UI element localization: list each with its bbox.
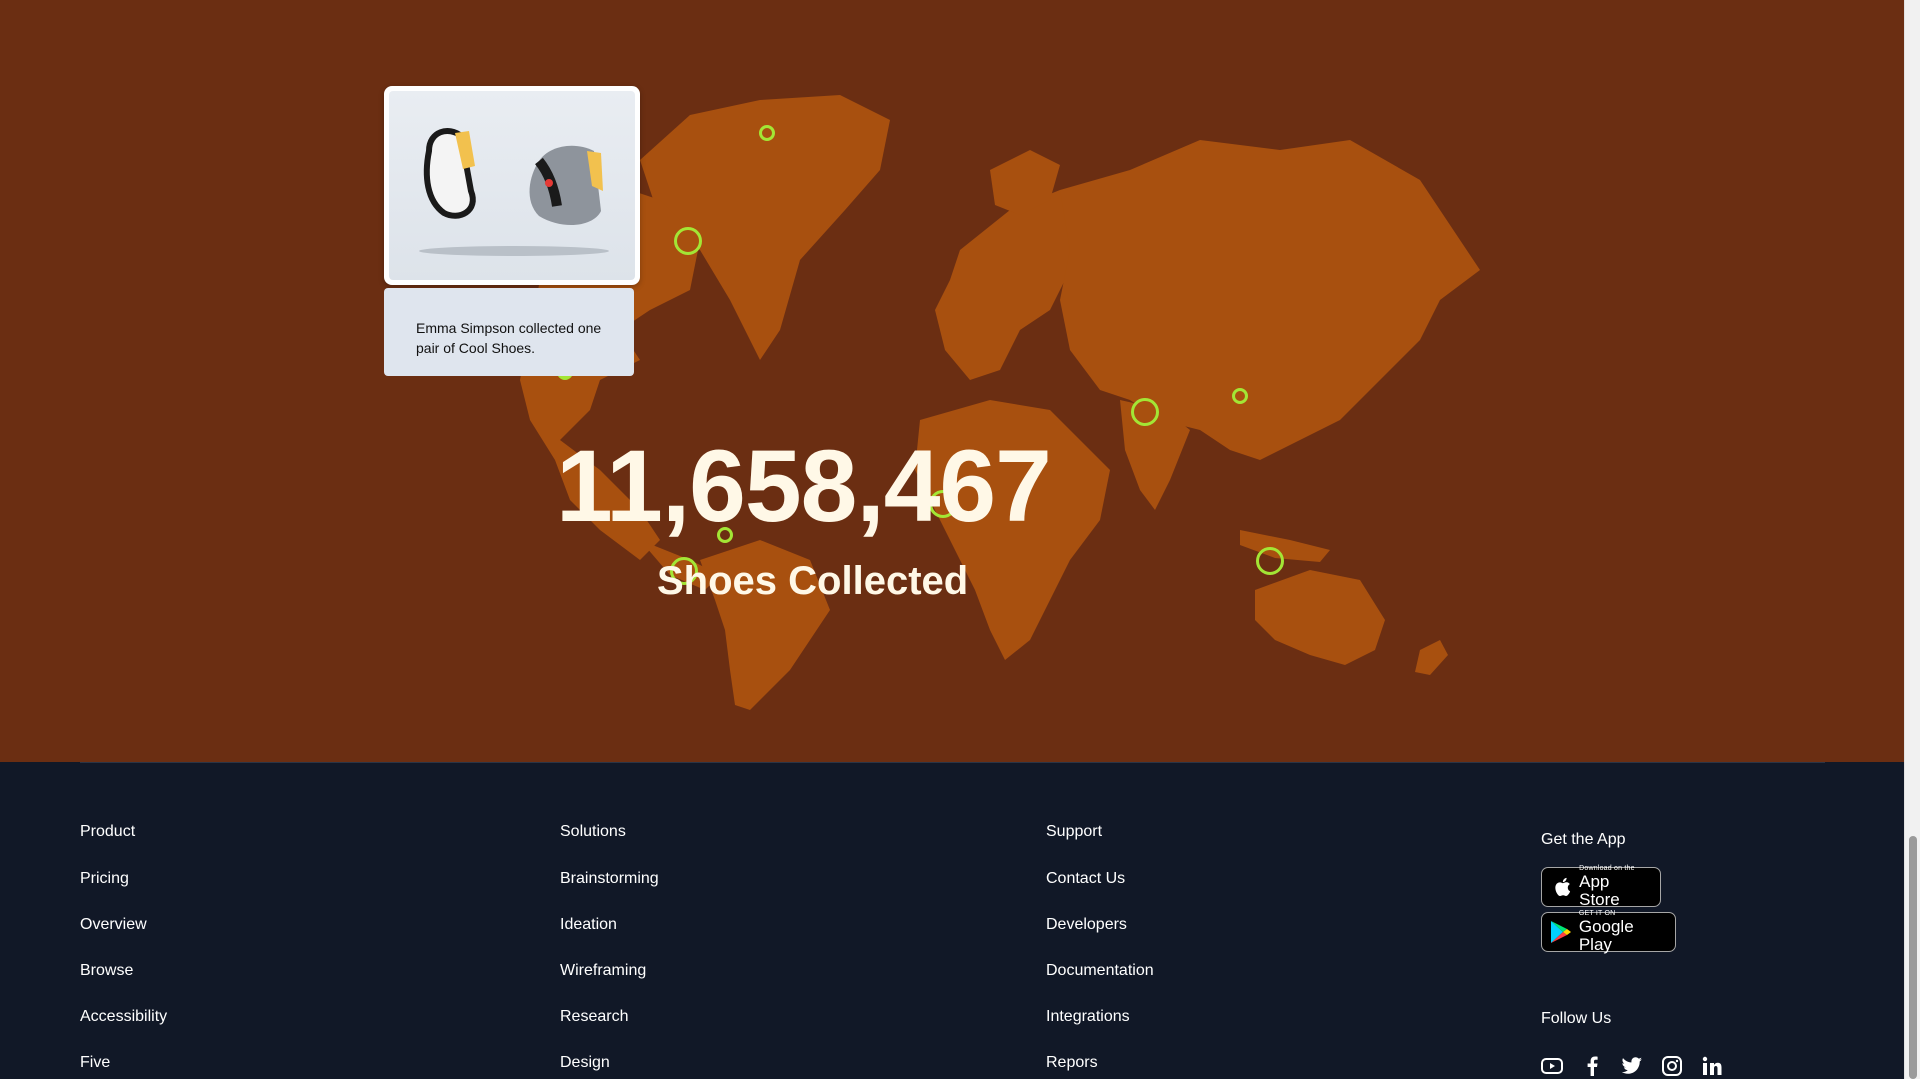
- collection-popup: Emma Simpson collected one pair of Cool …: [384, 86, 640, 376]
- footer-link-developers[interactable]: Developers: [1046, 916, 1154, 935]
- footer-link-accessibility[interactable]: Accessibility: [80, 1008, 167, 1027]
- footer-column-solutions: Solutions Brainstorming Ideation Wirefra…: [560, 823, 659, 1073]
- footer-link-overview[interactable]: Overview: [80, 916, 167, 935]
- scrollbar-thumb[interactable]: [1909, 836, 1917, 1079]
- google-play-big-text: Google Play: [1578, 917, 1634, 954]
- footer-column-support: Support Contact Us Developers Documentat…: [1046, 823, 1154, 1073]
- footer-link-pricing[interactable]: Pricing: [80, 870, 167, 889]
- app-store-big-text: App Store: [1579, 872, 1620, 909]
- get-the-app-title: Get the App: [1541, 831, 1626, 848]
- hero-section: Emma Simpson collected one pair of Cool …: [0, 0, 1904, 762]
- map-marker[interactable]: [1131, 398, 1159, 426]
- google-play-icon: [1550, 919, 1573, 945]
- follow-us-title: Follow Us: [1541, 1010, 1612, 1027]
- app-store-button[interactable]: Download on the App Store: [1541, 865, 1661, 909]
- shoe-image: [384, 86, 640, 285]
- footer-link-brainstorming[interactable]: Brainstorming: [560, 870, 659, 889]
- footer-link-design[interactable]: Design: [560, 1054, 659, 1073]
- shoes-counter-label: Shoes Collected: [657, 559, 969, 603]
- popup-message: Emma Simpson collected one pair of Cool …: [384, 288, 634, 376]
- footer-link-browse[interactable]: Browse: [80, 962, 167, 981]
- linkedin-icon[interactable]: [1701, 1055, 1723, 1077]
- footer-column-product: Product Pricing Overview Browse Accessib…: [80, 823, 167, 1073]
- footer-link-repors[interactable]: Repors: [1046, 1054, 1154, 1073]
- instagram-icon[interactable]: [1661, 1055, 1683, 1077]
- shoes-counter: 11,658,467: [556, 429, 1052, 543]
- footer-link-ideation[interactable]: Ideation: [560, 916, 659, 935]
- facebook-icon[interactable]: [1581, 1055, 1603, 1077]
- map-marker[interactable]: [759, 125, 775, 141]
- get-the-app: Get the App Download on the App Store GE…: [1541, 831, 1676, 954]
- page-scrollbar[interactable]: [1904, 0, 1920, 1079]
- map-marker[interactable]: [1232, 388, 1248, 404]
- map-marker[interactable]: [674, 227, 702, 255]
- footer-link-wireframing[interactable]: Wireframing: [560, 962, 659, 981]
- twitter-icon[interactable]: [1621, 1055, 1643, 1077]
- google-play-button[interactable]: GET IT ON Google Play: [1541, 910, 1676, 954]
- apple-icon: [1550, 874, 1573, 900]
- site-footer: Product Pricing Overview Browse Accessib…: [0, 763, 1904, 1079]
- footer-link-contact-us[interactable]: Contact Us: [1046, 870, 1154, 889]
- social-links: [1541, 1055, 1723, 1077]
- footer-link-integrations[interactable]: Integrations: [1046, 1008, 1154, 1027]
- youtube-icon[interactable]: [1541, 1055, 1563, 1077]
- footer-link-five[interactable]: Five: [80, 1054, 167, 1073]
- world-map: [520, 95, 1480, 710]
- footer-column-title: Support: [1046, 823, 1103, 840]
- shoes-illustration: [419, 128, 609, 256]
- footer-link-research[interactable]: Research: [560, 1008, 659, 1027]
- map-marker[interactable]: [1256, 547, 1284, 575]
- footer-link-documentation[interactable]: Documentation: [1046, 962, 1154, 981]
- footer-column-title: Product: [80, 823, 136, 840]
- footer-column-title: Solutions: [560, 823, 626, 840]
